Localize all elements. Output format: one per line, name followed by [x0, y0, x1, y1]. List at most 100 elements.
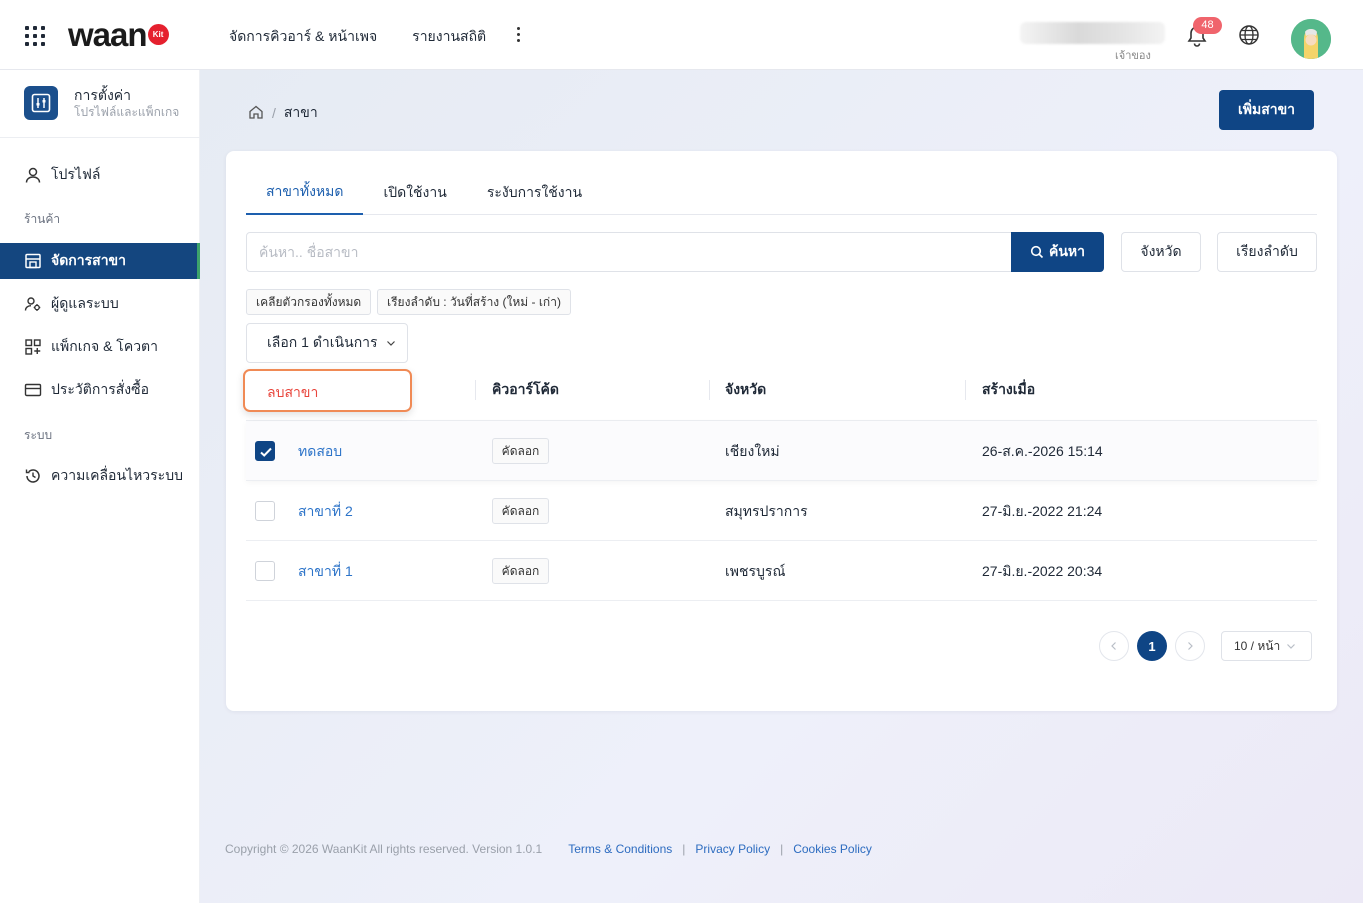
brand-logo[interactable]: waan Kit [68, 17, 169, 53]
cookies-link[interactable]: Cookies Policy [793, 842, 872, 856]
settings-header[interactable]: การตั้งค่า โปรไฟล์และแพ็กเกจ [24, 86, 179, 120]
created-cell: 26-ส.ค.-2026 15:14 [982, 443, 1103, 459]
search-icon [1030, 245, 1044, 259]
branch-name-link[interactable]: ทดสอบ [298, 441, 342, 463]
history-clock-icon [24, 467, 42, 485]
breadcrumb: / สาขา [248, 102, 318, 124]
sort-chip[interactable]: เรียงลำดับ : วันที่สร้าง (ใหม่ - เก่า) [377, 289, 571, 315]
next-page-button[interactable] [1175, 631, 1205, 661]
sidebar-item-admins[interactable]: ผู้ดูแลระบบ [0, 286, 200, 322]
province-filter-button[interactable]: จังหวัด [1121, 232, 1201, 272]
logo-badge: Kit [147, 23, 169, 45]
table-row: ทดสอบ คัดลอก เชียงใหม่ 26-ส.ค.-2026 15:1… [246, 421, 1317, 481]
settings-title: การตั้งค่า [74, 86, 132, 103]
province-cell: เพชรบูรณ์ [725, 563, 786, 579]
globe-icon[interactable] [1238, 24, 1260, 46]
tab-suspended[interactable]: ระงับการใช้งาน [467, 171, 602, 215]
terms-link[interactable]: Terms & Conditions [568, 842, 672, 856]
copy-qr-button[interactable]: คัดลอก [492, 558, 549, 584]
copy-qr-button[interactable]: คัดลอก [492, 498, 549, 524]
copyright-text: Copyright © 2026 WaanKit All rights rese… [225, 842, 543, 856]
page-1-button[interactable]: 1 [1137, 631, 1167, 661]
sidebar-item-packages[interactable]: แพ็กเกจ & โควตา [0, 329, 200, 365]
column-separator [709, 380, 710, 400]
nav-statistics[interactable]: รายงานสถิติ [412, 26, 486, 48]
user-icon [24, 166, 42, 184]
created-cell: 27-มิ.ย.-2022 21:24 [982, 503, 1103, 519]
home-icon[interactable] [248, 104, 264, 123]
credit-card-icon [24, 381, 42, 399]
apps-grid-icon[interactable] [25, 26, 47, 46]
sidebar-item-label: จัดการสาขา [51, 252, 126, 268]
user-avatar[interactable] [1291, 19, 1331, 59]
tab-active[interactable]: เปิดใช้งาน [363, 171, 466, 215]
search-button-label: ค้นหา [1048, 243, 1086, 259]
sidebar: การตั้งค่า โปรไฟล์และแพ็กเกจ โปรไฟล์ ร้า… [0, 70, 200, 903]
bulk-action-dropdown: ลบสาขา [243, 369, 412, 412]
top-nav: จัดการคิวอาร์ & หน้าเพจ รายงานสถิติ [229, 26, 486, 48]
settings-subtitle: โปรไฟล์และแพ็กเกจ [74, 104, 180, 119]
sidebar-item-order-history[interactable]: ประวัติการสั่งซื้อ [0, 372, 200, 408]
privacy-link[interactable]: Privacy Policy [695, 842, 770, 856]
branches-card: สาขาทั้งหมด เปิดใช้งาน ระงับการใช้งาน ค้… [226, 151, 1337, 711]
row-checkbox[interactable] [255, 561, 275, 581]
breadcrumb-current: สาขา [283, 104, 318, 120]
store-icon [24, 252, 42, 270]
check-icon [260, 447, 272, 457]
branch-name-link[interactable]: สาขาที่ 2 [298, 501, 353, 523]
chevron-down-icon [386, 341, 395, 346]
logo-text: waan [68, 16, 148, 53]
column-separator [475, 380, 476, 400]
bulk-action-select[interactable]: เลือก 1 ดำเนินการ [246, 323, 408, 363]
column-header-created: สร้างเมื่อ [982, 381, 1036, 397]
nav-qr-pages[interactable]: จัดการคิวอาร์ & หน้าเพจ [229, 26, 377, 48]
settings-sliders-icon [24, 86, 58, 120]
admin-users-icon [24, 295, 42, 313]
sidebar-item-label: ประวัติการสั่งซื้อ [51, 381, 150, 397]
footer-separator: | [780, 842, 784, 856]
province-cell: สมุทรปราการ [725, 503, 808, 519]
tab-bar: สาขาทั้งหมด เปิดใช้งาน ระงับการใช้งาน [246, 171, 1317, 215]
created-cell: 27-มิ.ย.-2022 20:34 [982, 563, 1103, 579]
delete-branch-option[interactable]: ลบสาขา [267, 382, 318, 404]
province-cell: เชียงใหม่ [725, 443, 780, 459]
column-header-province: จังหวัด [725, 381, 767, 397]
tab-all-branches[interactable]: สาขาทั้งหมด [246, 171, 364, 215]
chevron-left-icon [1111, 642, 1116, 650]
prev-page-button[interactable] [1099, 631, 1129, 661]
branch-name-link[interactable]: สาขาที่ 1 [298, 561, 353, 583]
row-checkbox[interactable] [255, 501, 275, 521]
sidebar-item-system-activity[interactable]: ความเคลื่อนไหวระบบ [0, 458, 200, 494]
add-branch-button[interactable]: เพิ่มสาขา [1219, 90, 1314, 130]
footer: Copyright © 2026 WaanKit All rights rese… [225, 842, 872, 856]
sidebar-item-profile[interactable]: โปรไฟล์ [0, 157, 200, 193]
column-separator [965, 380, 966, 400]
search-button[interactable]: ค้นหา [1011, 232, 1104, 272]
sort-button[interactable]: เรียงลำดับ [1217, 232, 1317, 272]
top-bar: waan Kit จัดการคิวอาร์ & หน้าเพจ รายงานส… [0, 0, 1363, 70]
user-role: เจ้าของ [1115, 50, 1151, 62]
row-checkbox[interactable] [255, 441, 275, 461]
more-menu-icon[interactable] [510, 22, 526, 46]
main-content: / สาขา เพิ่มสาขา สาขาทั้งหมด เปิดใช้งาน … [200, 70, 1363, 903]
bulk-action-label: เลือก 1 ดำเนินการ [267, 334, 378, 350]
sidebar-item-manage-branches[interactable]: จัดการสาขา [0, 243, 200, 279]
sidebar-group-system: ระบบ [24, 428, 53, 442]
user-name-blurred[interactable] [1020, 22, 1165, 44]
table-row: สาขาที่ 2 คัดลอก สมุทรปราการ 27-มิ.ย.-20… [246, 481, 1317, 541]
sidebar-item-label: โปรไฟล์ [51, 166, 101, 182]
search-input[interactable] [246, 232, 1012, 272]
notification-badge: 48 [1193, 17, 1222, 34]
page-size-select[interactable]: 10 / หน้า [1221, 631, 1312, 661]
package-grid-icon [24, 338, 42, 356]
chevron-right-icon [1188, 642, 1193, 650]
table-row: สาขาที่ 1 คัดลอก เพชรบูรณ์ 27-มิ.ย.-2022… [246, 541, 1317, 601]
page-size-label: 10 / หน้า [1234, 638, 1281, 653]
sidebar-item-label: ความเคลื่อนไหวระบบ [51, 467, 183, 483]
copy-qr-button[interactable]: คัดลอก [492, 438, 549, 464]
footer-separator: | [682, 842, 686, 856]
clear-filters-chip[interactable]: เคลียตัวกรองทั้งหมด [246, 289, 372, 315]
chevron-down-icon [1287, 644, 1296, 649]
sidebar-item-label: แพ็กเกจ & โควตา [51, 338, 159, 354]
sidebar-divider [0, 137, 200, 138]
